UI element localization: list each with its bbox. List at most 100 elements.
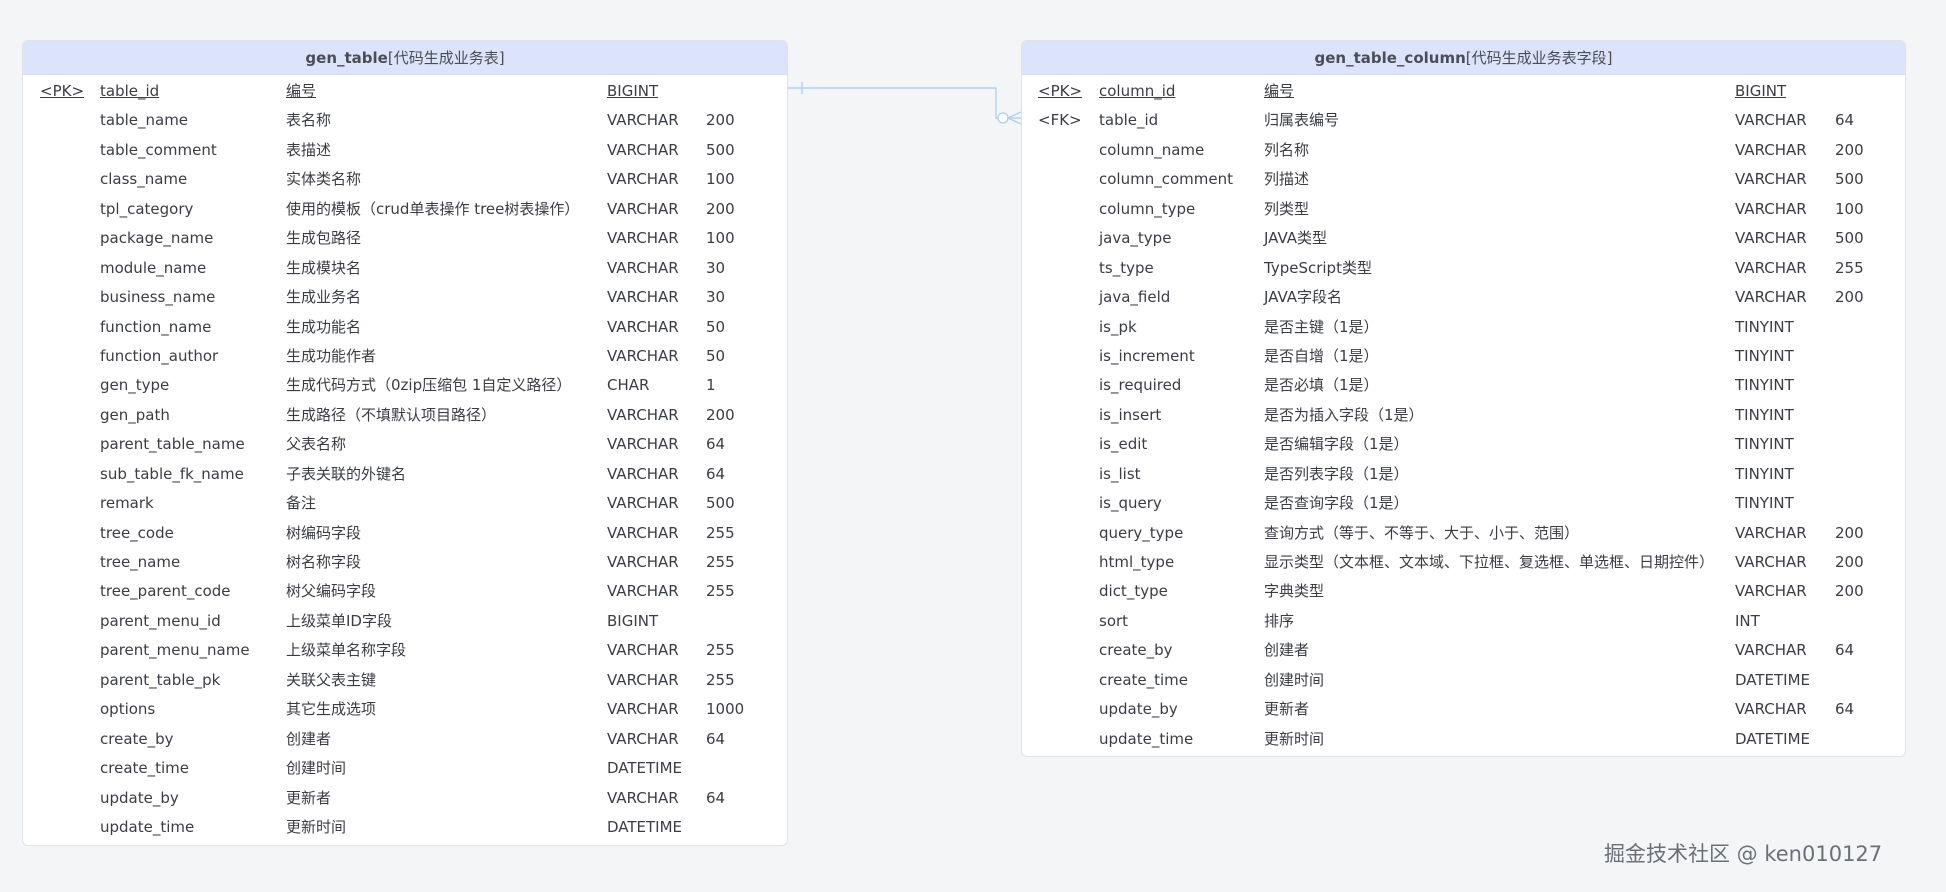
column-row[interactable]: tree_parent_code 树父编码字段 VARCHAR 255 [23,577,787,606]
column-row[interactable]: sort 排序 INT [1022,607,1905,636]
column-comment: JAVA字段名 [1264,288,1343,307]
column-row[interactable]: is_list 是否列表字段（1是） TINYINT [1022,460,1905,489]
column-row[interactable]: parent_menu_name 上级菜单名称字段 VARCHAR 255 [23,636,787,665]
column-length: 100 [1835,199,1864,218]
column-row[interactable]: function_name 生成功能名 VARCHAR 50 [23,313,787,342]
column-name: update_by [1099,700,1178,719]
column-length: 100 [706,229,735,248]
column-row[interactable]: package_name 生成包路径 VARCHAR 100 [23,224,787,253]
column-row[interactable]: column_comment 列描述 VARCHAR 500 [1022,165,1905,194]
column-row[interactable]: update_by 更新者 VARCHAR 64 [23,784,787,813]
column-row[interactable]: java_type JAVA类型 VARCHAR 500 [1022,224,1905,253]
column-comment: 树编码字段 [286,523,362,542]
column-name: html_type [1099,553,1175,571]
column-name: tpl_category [100,199,194,218]
column-name: update_time [1099,729,1194,748]
column-type: VARCHAR [607,199,679,218]
column-name: table_id [1099,111,1159,130]
column-row[interactable]: options 其它生成选项 VARCHAR 1000 [23,695,787,724]
column-row[interactable]: is_edit 是否编辑字段（1是） TINYINT [1022,430,1905,459]
column-type: VARCHAR [607,140,679,159]
column-row[interactable]: tree_code 树编码字段 VARCHAR 255 [23,519,787,548]
column-comment: 创建时间 [1264,670,1325,689]
key-badge: <PK> [40,82,85,100]
column-row[interactable]: function_author 生成功能作者 VARCHAR 50 [23,342,787,371]
entity-gen-table-column[interactable]: gen_table_column[代码生成业务表字段] <PK> column_i… [1021,40,1906,757]
column-length: 255 [706,670,735,689]
column-row[interactable]: tree_name 树名称字段 VARCHAR 255 [23,548,787,577]
entity-name: gen_table [305,49,388,67]
column-row[interactable]: ts_type TypeScript类型 VARCHAR 255 [1022,254,1905,283]
column-type: TINYINT [1735,376,1794,395]
entity-header[interactable]: gen_table_column[代码生成业务表字段] [1022,41,1905,75]
entity-name: gen_table_column [1314,49,1466,67]
column-comment: 排序 [1264,611,1295,630]
column-row[interactable]: java_field JAVA字段名 VARCHAR 200 [1022,283,1905,312]
column-row[interactable]: table_comment 表描述 VARCHAR 500 [23,136,787,165]
column-length: 50 [706,346,726,365]
column-name: function_author [100,346,219,365]
column-row[interactable]: parent_menu_id 上级菜单ID字段 BIGINT [23,607,787,636]
column-row[interactable]: create_time 创建时间 DATETIME [23,754,787,783]
column-length: 255 [706,582,735,601]
column-row[interactable]: column_name 列名称 VARCHAR 200 [1022,136,1905,165]
column-comment: 关联父表主键 [286,670,377,689]
column-row[interactable]: column_type 列类型 VARCHAR 100 [1022,195,1905,224]
column-name: options [100,700,156,719]
column-row[interactable]: module_name 生成模块名 VARCHAR 30 [23,254,787,283]
column-row[interactable]: is_query 是否查询字段（1是） TINYINT [1022,489,1905,518]
column-row[interactable]: gen_type 生成代码方式（0zip压缩包 1自定义路径） CHAR 1 [23,371,787,400]
column-length: 200 [1835,553,1864,571]
column-row[interactable]: sub_table_fk_name 子表关联的外键名 VARCHAR 64 [23,460,787,489]
column-length: 64 [1835,641,1855,660]
column-row[interactable]: create_by 创建者 VARCHAR 64 [1022,636,1905,665]
column-name: parent_menu_name [100,641,250,660]
column-row[interactable]: create_by 创建者 VARCHAR 64 [23,725,787,754]
column-type: VARCHAR [607,258,679,277]
column-row[interactable]: is_required 是否必填（1是） TINYINT [1022,371,1905,400]
column-row[interactable]: business_name 生成业务名 VARCHAR 30 [23,283,787,312]
column-row[interactable]: is_insert 是否为插入字段（1是） TINYINT [1022,401,1905,430]
entity-comment: [代码生成业务表] [387,49,505,67]
column-type: VARCHAR [607,346,679,365]
column-row[interactable]: parent_table_name 父表名称 VARCHAR 64 [23,430,787,459]
column-name: column_id [1099,82,1176,100]
column-row[interactable]: gen_path 生成路径（不填默认项目路径） VARCHAR 200 [23,401,787,430]
column-row[interactable]: <FK> table_id 归属表编号 VARCHAR 64 [1022,106,1905,135]
column-row[interactable]: parent_table_pk 关联父表主键 VARCHAR 255 [23,666,787,695]
column-row[interactable]: class_name 实体类名称 VARCHAR 100 [23,165,787,194]
column-row[interactable]: html_type 显示类型（文本框、文本域、下拉框、复选框、单选框、日期控件） V… [1022,548,1905,577]
column-type: VARCHAR [607,229,679,248]
column-row[interactable]: tpl_category 使用的模板（crud单表操作 tree树表操作） VARC… [23,195,787,224]
column-row[interactable]: update_time 更新时间 DATETIME [23,813,787,842]
column-comment: 生成代码方式（0zip压缩包 1自定义路径） [286,376,572,395]
column-comment: 表描述 [286,140,332,159]
entity-header[interactable]: gen_table[代码生成业务表] [23,41,787,75]
column-comment: 是否列表字段（1是） [1264,464,1409,483]
column-comment: 是否自增（1是） [1264,346,1379,365]
column-length: 500 [706,140,735,159]
column-row[interactable]: update_by 更新者 VARCHAR 64 [1022,695,1905,724]
column-row[interactable]: query_type 查询方式（等于、不等于、大于、小于、范围） VARCHAR 20… [1022,519,1905,548]
column-name: sort [1099,611,1129,630]
column-row[interactable]: create_time 创建时间 DATETIME [1022,666,1905,695]
column-comment: 生成路径（不填默认项目路径） [286,405,497,424]
column-type: VARCHAR [1735,641,1807,660]
column-name: is_query [1099,494,1162,513]
column-row[interactable]: <PK> column_id 编号 BIGINT [1022,77,1905,106]
column-row[interactable]: <PK> table_id 编号 BIGINT [23,77,787,106]
column-length: 500 [1835,229,1864,248]
column-row[interactable]: remark 备注 VARCHAR 500 [23,489,787,518]
column-row[interactable]: update_time 更新时间 DATETIME [1022,725,1905,754]
column-row[interactable]: is_pk 是否主键（1是） TINYINT [1022,313,1905,342]
column-row[interactable]: is_increment 是否自增（1是） TINYINT [1022,342,1905,371]
column-comment: 生成功能作者 [286,346,377,365]
column-row[interactable]: dict_type 字典类型 VARCHAR 200 [1022,577,1905,606]
column-type: BIGINT [1735,82,1787,100]
entity-gen-table[interactable]: gen_table[代码生成业务表] <PK> table_id 编号 BIGINT t… [22,40,788,846]
column-length: 30 [706,288,726,307]
column-comment: 是否为插入字段（1是） [1264,405,1424,424]
column-row[interactable]: table_name 表名称 VARCHAR 200 [23,106,787,135]
column-name: business_name [100,288,216,307]
column-type: VARCHAR [1735,229,1807,248]
